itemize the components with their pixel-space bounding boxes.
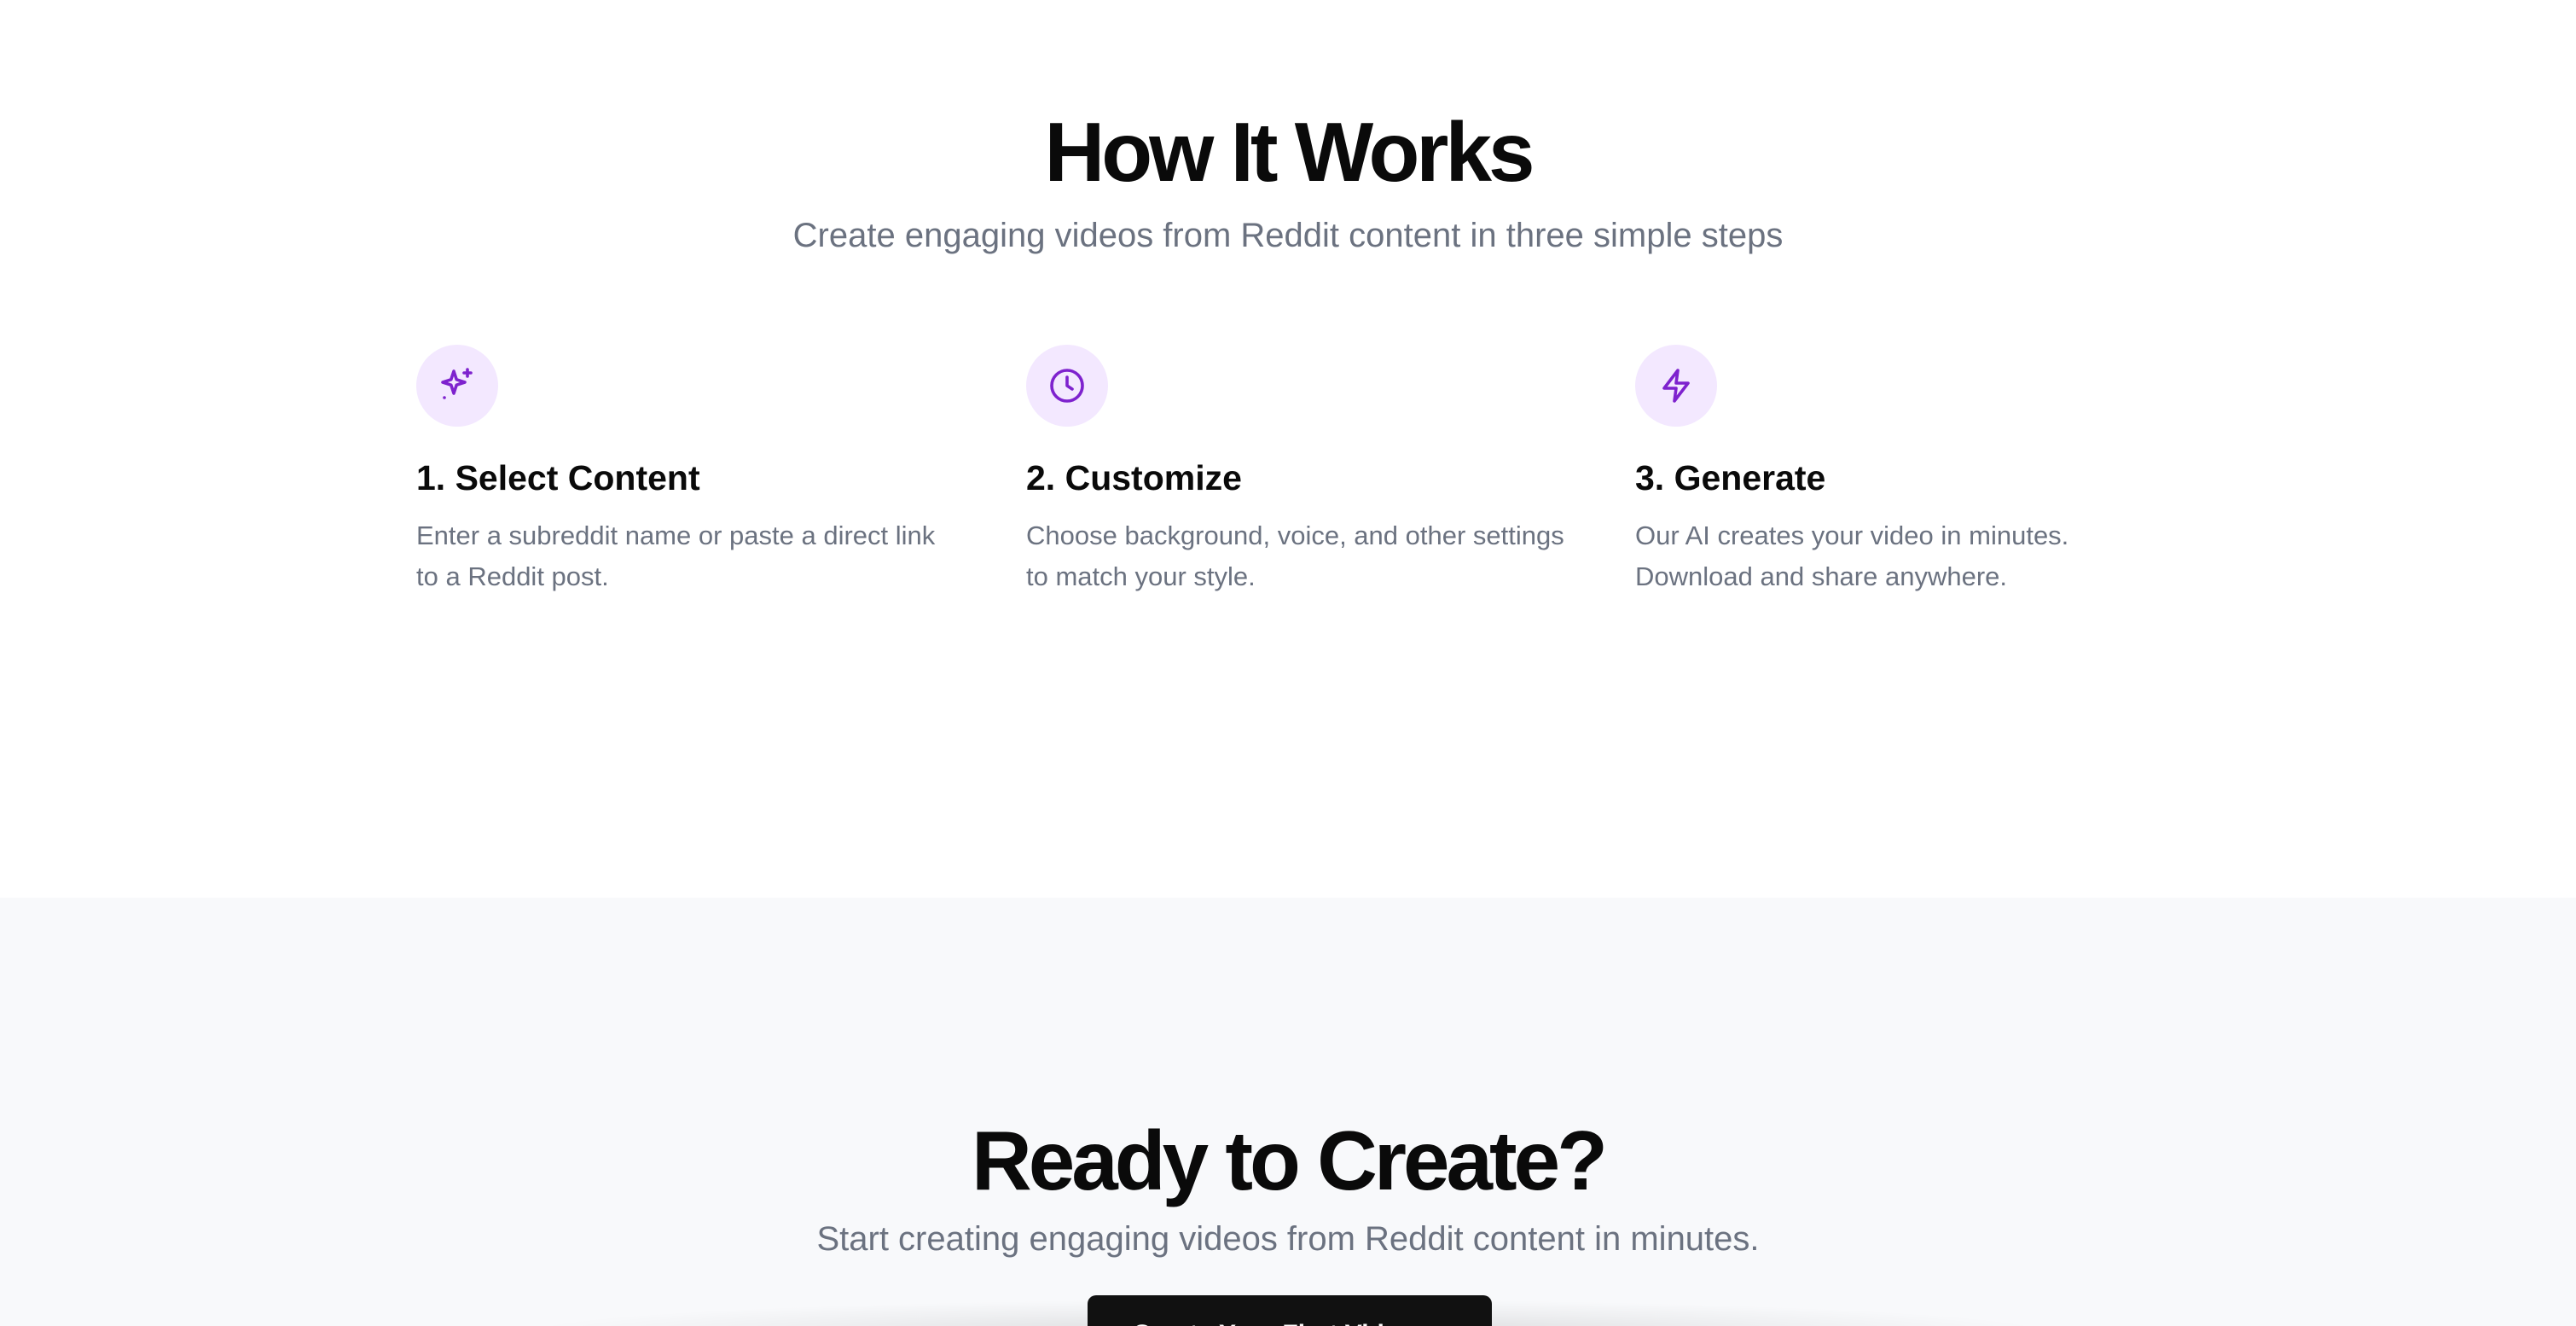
- step-description: Enter a subreddit name or paste a direct…: [416, 521, 936, 591]
- ready-to-create-section: Ready to Create? Start creating engaging…: [0, 898, 2576, 1326]
- lightning-icon: [1635, 345, 1717, 427]
- step-title: 1. Select Content: [416, 458, 700, 497]
- step-title: 3. Generate: [1635, 458, 1826, 497]
- step-description: Choose background, voice, and other sett…: [1026, 521, 1564, 591]
- cta-title: Ready to Create?: [971, 1114, 1608, 1207]
- step-select-content: 1. Select Content Enter a subreddit name…: [416, 345, 962, 591]
- step-generate: 3. Generate Our AI creates your video in…: [1635, 345, 2181, 591]
- step-customize: 2. Customize Choose background, voice, a…: [1026, 345, 1572, 591]
- sparkles-icon: [416, 345, 498, 427]
- how-it-works-title: How It Works: [1044, 105, 1535, 199]
- how-it-works-section: How It Works Create engaging videos from…: [0, 0, 2576, 898]
- cta-subtitle: Start creating engaging videos from Redd…: [816, 1220, 1760, 1258]
- step-title: 2. Customize: [1026, 458, 1242, 497]
- how-it-works-subtitle: Create engaging videos from Reddit conte…: [792, 217, 1784, 254]
- clock-icon: [1026, 345, 1108, 427]
- create-first-video-button[interactable]: Create Your First Video →: [1088, 1295, 1492, 1326]
- landing-page: How It Works Create engaging videos from…: [0, 0, 2576, 1326]
- step-description: Our AI creates your video in minutes. Do…: [1635, 521, 2069, 591]
